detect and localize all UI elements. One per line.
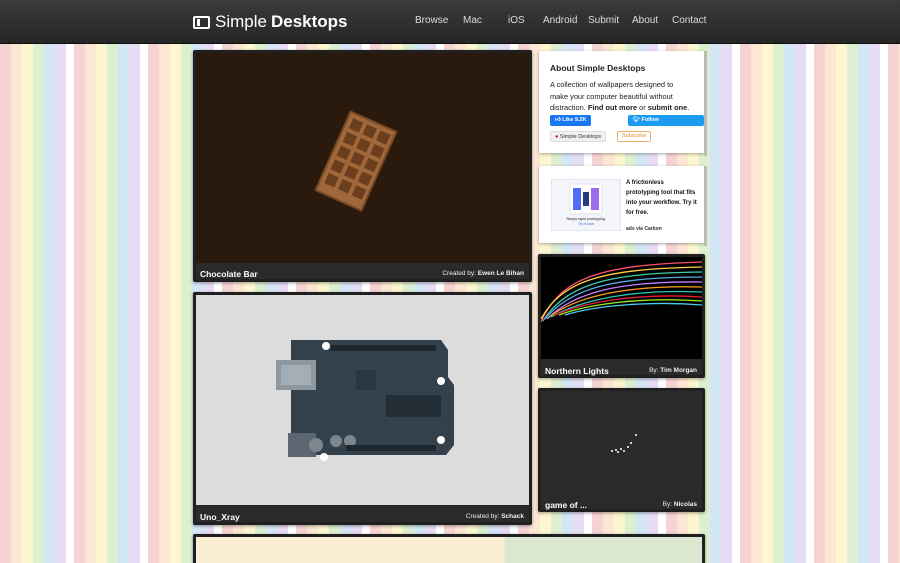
wallpaper-card[interactable]: Uno_Xray Created by: Schack <box>193 292 532 525</box>
wallpaper-thumbnail[interactable] <box>196 53 529 263</box>
ad-image-caption: Simply rapid prototyping. <box>566 217 606 221</box>
facebook-icon: 👍︎ <box>555 117 561 123</box>
nav-browse[interactable]: Browse <box>415 15 448 26</box>
author-link[interactable]: Nicolas <box>674 501 697 508</box>
site-logo[interactable]: Simple Desktops <box>193 11 348 33</box>
nav-about[interactable]: About <box>632 15 658 26</box>
wallpaper-credit: By: Tim Morgan <box>649 367 697 374</box>
nav-mac[interactable]: Mac <box>463 15 482 26</box>
about-period: . <box>687 103 690 112</box>
nav-android[interactable]: Android <box>543 15 577 26</box>
wallpaper-credit: By: Nicolas <box>663 501 697 508</box>
game-of-life-image <box>611 434 637 453</box>
find-out-more-link[interactable]: Find out more <box>588 103 637 112</box>
logo-text-bold: Desktops <box>270 12 348 31</box>
subscribe-button[interactable]: Subscribe <box>617 131 652 142</box>
submit-one-link[interactable]: submit one <box>648 103 687 112</box>
about-panel: About Simple Desktops A collection of wa… <box>539 51 707 156</box>
credit-label: Created by: <box>465 513 500 520</box>
credit-label: By: <box>649 367 659 374</box>
nav-contact[interactable]: Contact <box>672 15 706 26</box>
wallpaper-thumbnail[interactable] <box>541 391 702 493</box>
wallpaper-credit: Created by: Ewen Le Bihan <box>442 270 524 277</box>
wallpaper-title[interactable]: Uno_Xray <box>200 512 240 522</box>
about-or: or <box>639 103 646 112</box>
wallpaper-title[interactable]: game of ... <box>545 500 587 510</box>
wallpaper-credit: Created by: Schack <box>466 513 524 520</box>
logo-text-light: Simple <box>215 12 267 31</box>
wallpaper-title[interactable]: Northern Lights <box>545 366 609 376</box>
ad-image-cta: Try it now <box>578 222 594 226</box>
wallpaper-card[interactable] <box>193 534 705 563</box>
about-description: A collection of wallpapers designed to m… <box>550 79 690 114</box>
wallpaper-thumbnail[interactable] <box>196 537 702 563</box>
wallpaper-thumbnail[interactable] <box>541 257 702 359</box>
author-link[interactable]: Schack <box>501 513 524 520</box>
nav-submit[interactable]: Submit <box>588 15 619 26</box>
wallpaper-card[interactable]: game of ... By: Nicolas <box>538 388 705 512</box>
wallpaper-card[interactable]: Chocolate Bar Created by: Ewen Le Bihan <box>193 50 532 282</box>
like-label: Like <box>562 117 574 123</box>
wallpaper-card[interactable]: Northern Lights By: Tim Morgan <box>538 254 705 378</box>
ad-via-carbon[interactable]: ads via Carbon <box>626 226 662 232</box>
pinterest-label: Simple Desktops <box>559 134 602 140</box>
author-link[interactable]: Tim Morgan <box>660 367 697 374</box>
arduino-board-image <box>276 340 454 461</box>
subscribe-label: Subscribe <box>622 133 647 139</box>
author-link[interactable]: Ewen Le Bihan <box>478 270 524 277</box>
twitter-icon: 🐦︎ <box>633 117 640 123</box>
like-count: 9.2K <box>574 117 587 123</box>
nav-ios[interactable]: iOS <box>508 15 525 26</box>
ad-image[interactable]: Simply rapid prototyping. Try it now <box>551 179 621 231</box>
facebook-like-button[interactable]: 👍︎ Like 9.2K <box>550 115 592 126</box>
carbon-ad[interactable]: Simply rapid prototyping. Try it now A f… <box>539 166 707 246</box>
site-header: Simple Desktops Browse Mac iOS Android S… <box>0 0 900 44</box>
credit-label: By: <box>662 501 673 508</box>
wallpaper-title[interactable]: Chocolate Bar <box>200 269 258 279</box>
pinterest-icon: ● <box>555 134 559 140</box>
northern-lights-image <box>541 261 702 359</box>
chocolate-bar-image <box>314 110 398 212</box>
about-title: About Simple Desktops <box>550 63 646 73</box>
pinterest-button[interactable]: ● Simple Desktops <box>550 131 607 142</box>
wallpaper-thumbnail[interactable] <box>196 295 529 505</box>
ad-text[interactable]: A frictionless prototyping tool that fit… <box>626 178 698 218</box>
credit-label: Created by: <box>442 270 476 277</box>
logo-monitor-icon <box>193 15 210 29</box>
twitter-follow-button[interactable]: 🐦︎ Follow @simpledesktops <box>628 115 704 134</box>
